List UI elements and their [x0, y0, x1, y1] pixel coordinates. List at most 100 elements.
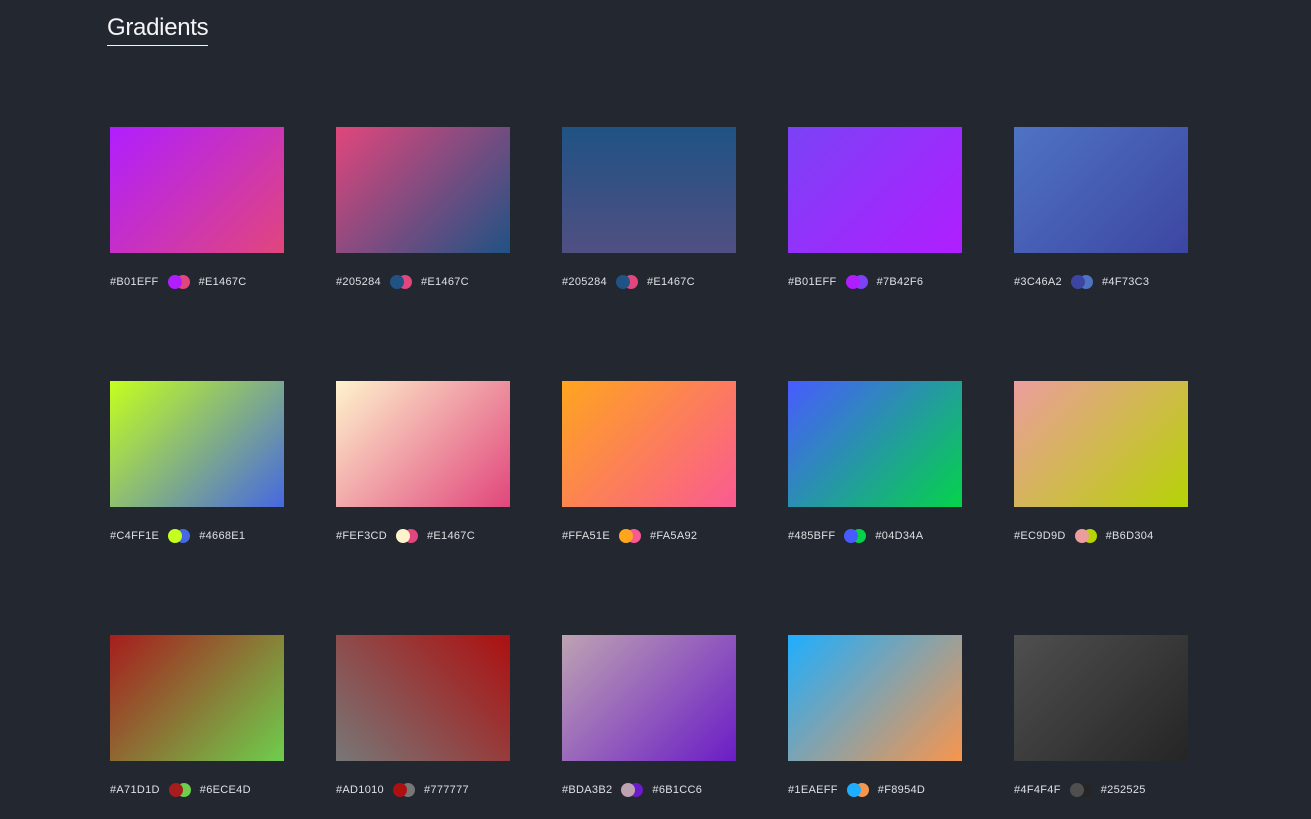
gradient-card: #AD1010 #777777 [336, 635, 510, 797]
color-dot-pair [621, 783, 643, 797]
gradient-label: #485BFF #04D34A [788, 529, 962, 543]
color-dot-pair [847, 783, 869, 797]
gradient-hex-start: #FEF3CD [336, 530, 387, 542]
gradient-label: #205284 #E1467C [336, 275, 510, 289]
gradient-hex-end: #FA5A92 [650, 530, 697, 542]
start-color-dot-icon [396, 529, 410, 543]
color-dot-pair [1075, 529, 1097, 543]
gradient-hex-end: #E1467C [647, 276, 695, 288]
gradient-label: #B01EFF #E1467C [110, 275, 284, 289]
gradient-label: #FFA51E #FA5A92 [562, 529, 736, 543]
gradient-hex-start: #B01EFF [788, 276, 837, 288]
color-dot-pair [616, 275, 638, 289]
gradient-label: #B01EFF #7B42F6 [788, 275, 962, 289]
gradient-hex-start: #AD1010 [336, 784, 384, 796]
gradient-swatch[interactable] [336, 381, 510, 507]
gradient-card: #1EAEFF #F8954D [788, 635, 962, 797]
gradient-hex-end: #252525 [1101, 784, 1146, 796]
gradient-hex-end: #E1467C [421, 276, 469, 288]
gradient-swatch[interactable] [788, 127, 962, 253]
gradient-swatch[interactable] [1014, 635, 1188, 761]
gradient-swatch[interactable] [1014, 381, 1188, 507]
gradient-hex-start: #205284 [336, 276, 381, 288]
gradient-hex-end: #6ECE4D [200, 784, 251, 796]
gradient-card: #B01EFF #7B42F6 [788, 127, 962, 289]
gradient-hex-start: #B01EFF [110, 276, 159, 288]
color-dot-pair [168, 529, 190, 543]
gradient-hex-start: #BDA3B2 [562, 784, 612, 796]
gradient-label: #205284 #E1467C [562, 275, 736, 289]
gradient-card: #BDA3B2 #6B1CC6 [562, 635, 736, 797]
start-color-dot-icon [168, 275, 182, 289]
gradient-hex-end: #E1467C [199, 276, 247, 288]
gradient-card: #EC9D9D #B6D304 [1014, 381, 1188, 543]
gradient-hex-start: #C4FF1E [110, 530, 159, 542]
gradient-swatch[interactable] [336, 127, 510, 253]
gradient-hex-end: #7B42F6 [877, 276, 924, 288]
gradient-hex-end: #E1467C [427, 530, 475, 542]
gradient-swatch[interactable] [1014, 127, 1188, 253]
start-color-dot-icon [393, 783, 407, 797]
start-color-dot-icon [1071, 275, 1085, 289]
gradient-hex-end: #777777 [424, 784, 469, 796]
gradient-card: #485BFF #04D34A [788, 381, 962, 543]
gradient-hex-start: #3C46A2 [1014, 276, 1062, 288]
start-color-dot-icon [847, 783, 861, 797]
color-dot-pair [390, 275, 412, 289]
gradient-hex-end: #F8954D [878, 784, 925, 796]
gradient-swatch[interactable] [562, 381, 736, 507]
gradient-card: #FFA51E #FA5A92 [562, 381, 736, 543]
gradient-swatch[interactable] [788, 635, 962, 761]
start-color-dot-icon [1075, 529, 1089, 543]
gradient-hex-start: #4F4F4F [1014, 784, 1061, 796]
gradient-swatch[interactable] [336, 635, 510, 761]
gradient-hex-start: #485BFF [788, 530, 835, 542]
gradient-swatch[interactable] [110, 381, 284, 507]
gradient-label: #4F4F4F #252525 [1014, 783, 1188, 797]
gradient-card: #3C46A2 #4F73C3 [1014, 127, 1188, 289]
color-dot-pair [1071, 275, 1093, 289]
start-color-dot-icon [390, 275, 404, 289]
gradient-hex-end: #4F73C3 [1102, 276, 1149, 288]
gradient-hex-start: #205284 [562, 276, 607, 288]
color-dot-pair [396, 529, 418, 543]
gradient-grid: #B01EFF #E1467C #205284 #E1467C #205284 [110, 127, 1188, 797]
color-dot-pair [168, 275, 190, 289]
gradient-hex-end: #4668E1 [199, 530, 245, 542]
gradient-hex-end: #B6D304 [1106, 530, 1154, 542]
start-color-dot-icon [616, 275, 630, 289]
gradient-swatch[interactable] [562, 127, 736, 253]
gradient-label: #1EAEFF #F8954D [788, 783, 962, 797]
gradient-hex-start: #A71D1D [110, 784, 160, 796]
gradient-hex-start: #FFA51E [562, 530, 610, 542]
gradient-card: #FEF3CD #E1467C [336, 381, 510, 543]
gradient-label: #AD1010 #777777 [336, 783, 510, 797]
gradient-label: #EC9D9D #B6D304 [1014, 529, 1188, 543]
gradient-card: #A71D1D #6ECE4D [110, 635, 284, 797]
start-color-dot-icon [619, 529, 633, 543]
gradient-card: #205284 #E1467C [562, 127, 736, 289]
gradient-swatch[interactable] [110, 635, 284, 761]
color-dot-pair [393, 783, 415, 797]
gradient-hex-start: #EC9D9D [1014, 530, 1066, 542]
gradient-label: #C4FF1E #4668E1 [110, 529, 284, 543]
color-dot-pair [619, 529, 641, 543]
gradient-label: #FEF3CD #E1467C [336, 529, 510, 543]
gradient-card: #C4FF1E #4668E1 [110, 381, 284, 543]
gradient-card: #205284 #E1467C [336, 127, 510, 289]
color-dot-pair [169, 783, 191, 797]
gradient-label: #3C46A2 #4F73C3 [1014, 275, 1188, 289]
page-title: Gradients [107, 14, 208, 46]
gradient-card: #B01EFF #E1467C [110, 127, 284, 289]
gradient-hex-end: #6B1CC6 [652, 784, 702, 796]
gradient-label: #BDA3B2 #6B1CC6 [562, 783, 736, 797]
start-color-dot-icon [169, 783, 183, 797]
gradient-swatch[interactable] [788, 381, 962, 507]
start-color-dot-icon [1070, 783, 1084, 797]
gradient-label: #A71D1D #6ECE4D [110, 783, 284, 797]
gradient-swatch[interactable] [110, 127, 284, 253]
color-dot-pair [846, 275, 868, 289]
gradient-swatch[interactable] [562, 635, 736, 761]
color-dot-pair [844, 529, 866, 543]
start-color-dot-icon [846, 275, 860, 289]
